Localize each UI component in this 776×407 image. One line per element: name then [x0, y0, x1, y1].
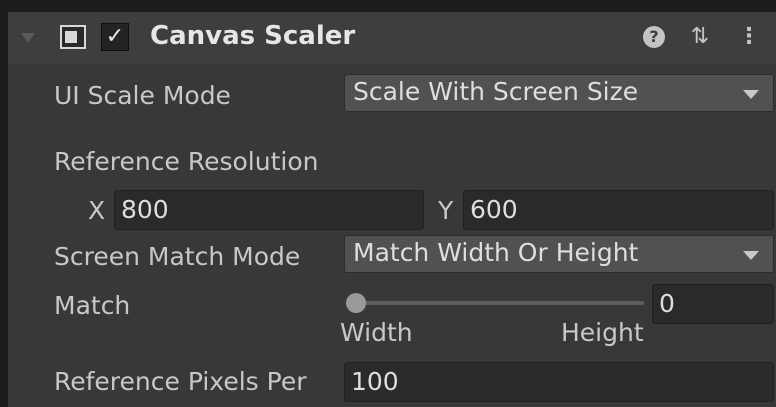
canvas-scaler-icon — [60, 25, 86, 49]
reference-resolution-x-label[interactable]: X — [88, 196, 105, 225]
screen-match-mode-value: Match Width Or Height — [353, 238, 639, 267]
reference-pixels-per-unit-field[interactable]: 100 — [344, 362, 774, 402]
more-options-icon[interactable]: ⋮ — [738, 22, 760, 52]
chevron-down-icon — [743, 251, 759, 260]
match-height-label: Height — [561, 318, 644, 347]
match-label: Match — [54, 291, 131, 320]
match-slider-track[interactable] — [346, 301, 644, 305]
chevron-down-icon — [743, 90, 759, 99]
reference-resolution-label: Reference Resolution — [54, 147, 319, 176]
component-enabled-checkbox[interactable]: ✓ — [101, 23, 129, 51]
ui-scale-mode-value: Scale With Screen Size — [353, 77, 639, 106]
screen-match-mode-label: Screen Match Mode — [54, 242, 301, 271]
reference-resolution-y-field[interactable]: 600 — [463, 190, 774, 230]
help-icon[interactable]: ? — [643, 26, 665, 48]
canvas-scaler-component: ✓ Canvas Scaler ? ⇅ ⋮ UI Scale Mode Scal… — [8, 12, 776, 407]
component-title: Canvas Scaler — [150, 21, 356, 51]
match-slider-thumb[interactable] — [346, 293, 366, 313]
ui-scale-mode-dropdown[interactable]: Scale With Screen Size — [344, 74, 774, 112]
reference-pixels-per-unit-label: Reference Pixels Per — [54, 367, 307, 396]
reference-resolution-y-label[interactable]: Y — [438, 196, 453, 225]
match-value-field[interactable]: 0 — [652, 284, 774, 324]
match-width-label: Width — [340, 318, 413, 347]
reference-resolution-x-field[interactable]: 800 — [114, 190, 424, 230]
ui-scale-mode-label: UI Scale Mode — [54, 81, 231, 110]
component-header[interactable]: ✓ Canvas Scaler ? ⇅ ⋮ — [8, 12, 776, 64]
foldout-arrow-icon[interactable] — [21, 33, 35, 43]
screen-match-mode-dropdown[interactable]: Match Width Or Height — [344, 235, 774, 273]
presets-icon[interactable]: ⇅ — [688, 22, 712, 52]
